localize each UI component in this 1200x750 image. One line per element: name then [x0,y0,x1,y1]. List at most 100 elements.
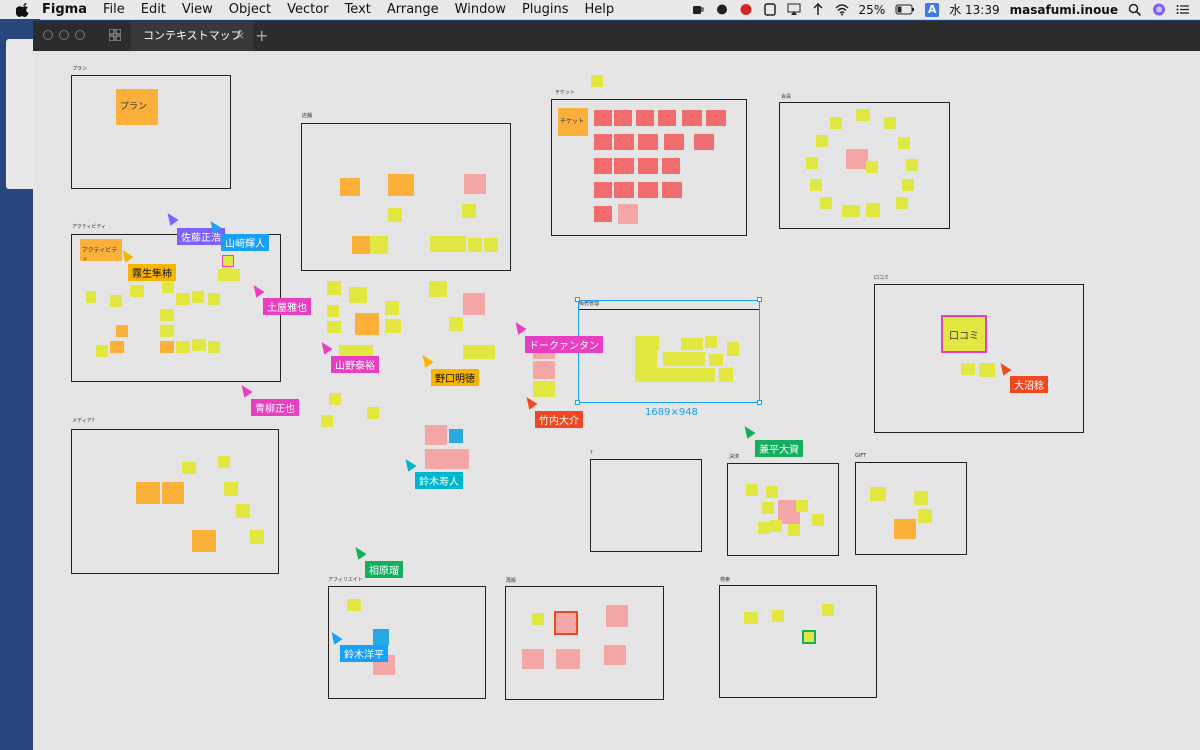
sticky-note[interactable] [176,293,190,305]
sticky-note[interactable] [902,179,914,191]
sticky-note[interactable] [796,500,808,512]
menu-text[interactable]: Text [345,2,371,17]
sticky-note[interactable] [162,279,174,293]
resize-handle-tl[interactable] [575,297,580,302]
sticky-note[interactable] [463,293,485,315]
sticky-note[interactable] [367,407,379,419]
sticky-note[interactable] [979,363,995,377]
sticky-note[interactable] [160,341,174,353]
sticky-note[interactable] [522,649,544,669]
sticky-note[interactable] [464,174,486,194]
sticky-note[interactable] [347,599,361,611]
menu-help[interactable]: Help [585,2,615,17]
sticky-note[interactable] [182,462,196,474]
spotlight-search-icon[interactable] [1128,3,1142,16]
sticky-note[interactable] [355,313,379,335]
sticky-note[interactable] [906,159,918,171]
sticky-note[interactable] [352,236,370,254]
sticky-note[interactable] [449,429,463,443]
menu-edit[interactable]: Edit [141,2,166,17]
sticky-note[interactable] [327,305,339,317]
sticky-note[interactable] [388,208,402,222]
sticky-note[interactable] [192,339,206,351]
clock[interactable]: 水 13:39 [949,1,999,18]
sticky-note[interactable] [961,363,975,375]
frame-store[interactable] [301,123,511,271]
note-activity[interactable]: アクティビティ [80,239,122,261]
sticky-note[interactable] [662,158,680,174]
sticky-note[interactable] [449,317,463,331]
battery-icon[interactable] [895,3,915,16]
sticky-note[interactable] [192,530,216,552]
sticky-note[interactable] [86,291,96,303]
sticky-note[interactable] [162,482,184,504]
apple-icon[interactable] [16,2,30,17]
menu-file[interactable]: File [103,2,125,17]
sticky-note[interactable] [866,161,878,173]
sticky-note[interactable] [250,530,264,544]
sticky-note[interactable] [664,134,684,150]
sticky-note[interactable] [224,482,238,496]
selection-box[interactable] [578,300,760,403]
sticky-note[interactable] [160,325,174,337]
sticky-note[interactable] [866,203,880,217]
sticky-note[interactable] [694,134,714,150]
sticky-note[interactable] [110,295,122,307]
sticky-note[interactable] [430,236,466,252]
sticky-note[interactable] [130,285,144,297]
network-icon[interactable] [811,3,825,16]
sticky-note[interactable] [468,238,482,252]
sticky-note[interactable] [429,281,447,297]
menu-object[interactable]: Object [229,2,271,17]
sticky-note[interactable] [806,157,818,169]
sticky-note[interactable] [682,110,702,126]
resize-handle-bl[interactable] [575,400,580,405]
file-browser-grid-icon[interactable] [109,29,121,41]
frame-affiliate[interactable] [328,586,486,699]
sticky-note[interactable] [208,341,220,353]
evernote-icon[interactable] [715,3,729,16]
security-icon[interactable] [763,3,777,16]
sticky-note[interactable] [638,158,658,174]
sticky-note[interactable] [462,204,476,218]
close-window-button[interactable] [43,30,53,40]
sticky-note[interactable] [614,134,634,150]
note-plan[interactable]: プラン [116,89,158,125]
sticky-note[interactable] [884,117,896,129]
sticky-note[interactable] [556,649,580,669]
sticky-note[interactable] [594,158,612,174]
frame-unknown[interactable] [590,459,702,552]
menu-app-figma[interactable]: Figma [42,2,87,17]
sticky-note[interactable] [594,110,612,126]
frame-plan[interactable]: プラン [71,75,231,189]
sticky-note[interactable] [658,110,676,126]
coffee-icon[interactable] [691,3,705,16]
frame-search[interactable] [719,585,877,698]
frame-resale[interactable] [505,586,664,700]
sticky-note[interactable] [160,309,174,321]
sticky-note-highlighted[interactable] [802,630,816,644]
sticky-note[interactable] [385,319,401,333]
sticky-note[interactable] [614,110,632,126]
menu-window[interactable]: Window [455,2,506,17]
sticky-note[interactable] [846,149,868,169]
sticky-note[interactable] [533,381,555,397]
sticky-note[interactable] [321,415,333,427]
sticky-note-highlighted[interactable] [222,255,234,267]
canvas[interactable]: プラン プラン アクティビティ アクティビティ メディア？ 店舗 チケット チケ… [33,51,1200,750]
sticky-note[interactable] [116,325,128,337]
sticky-note[interactable] [810,179,822,191]
sticky-note[interactable] [236,504,250,518]
sticky-note[interactable] [706,110,726,126]
sticky-note[interactable] [618,204,638,224]
frame-member[interactable] [779,102,950,229]
airplay-icon[interactable] [787,3,801,16]
sticky-note[interactable] [218,456,230,468]
new-tab-button[interactable]: + [255,21,268,51]
sticky-note[interactable] [208,293,220,305]
sticky-note[interactable] [822,604,834,616]
sticky-note[interactable] [425,449,447,469]
menu-plugins[interactable]: Plugins [522,2,569,17]
notification-center-icon[interactable] [1176,3,1190,16]
sticky-note[interactable] [327,281,341,295]
